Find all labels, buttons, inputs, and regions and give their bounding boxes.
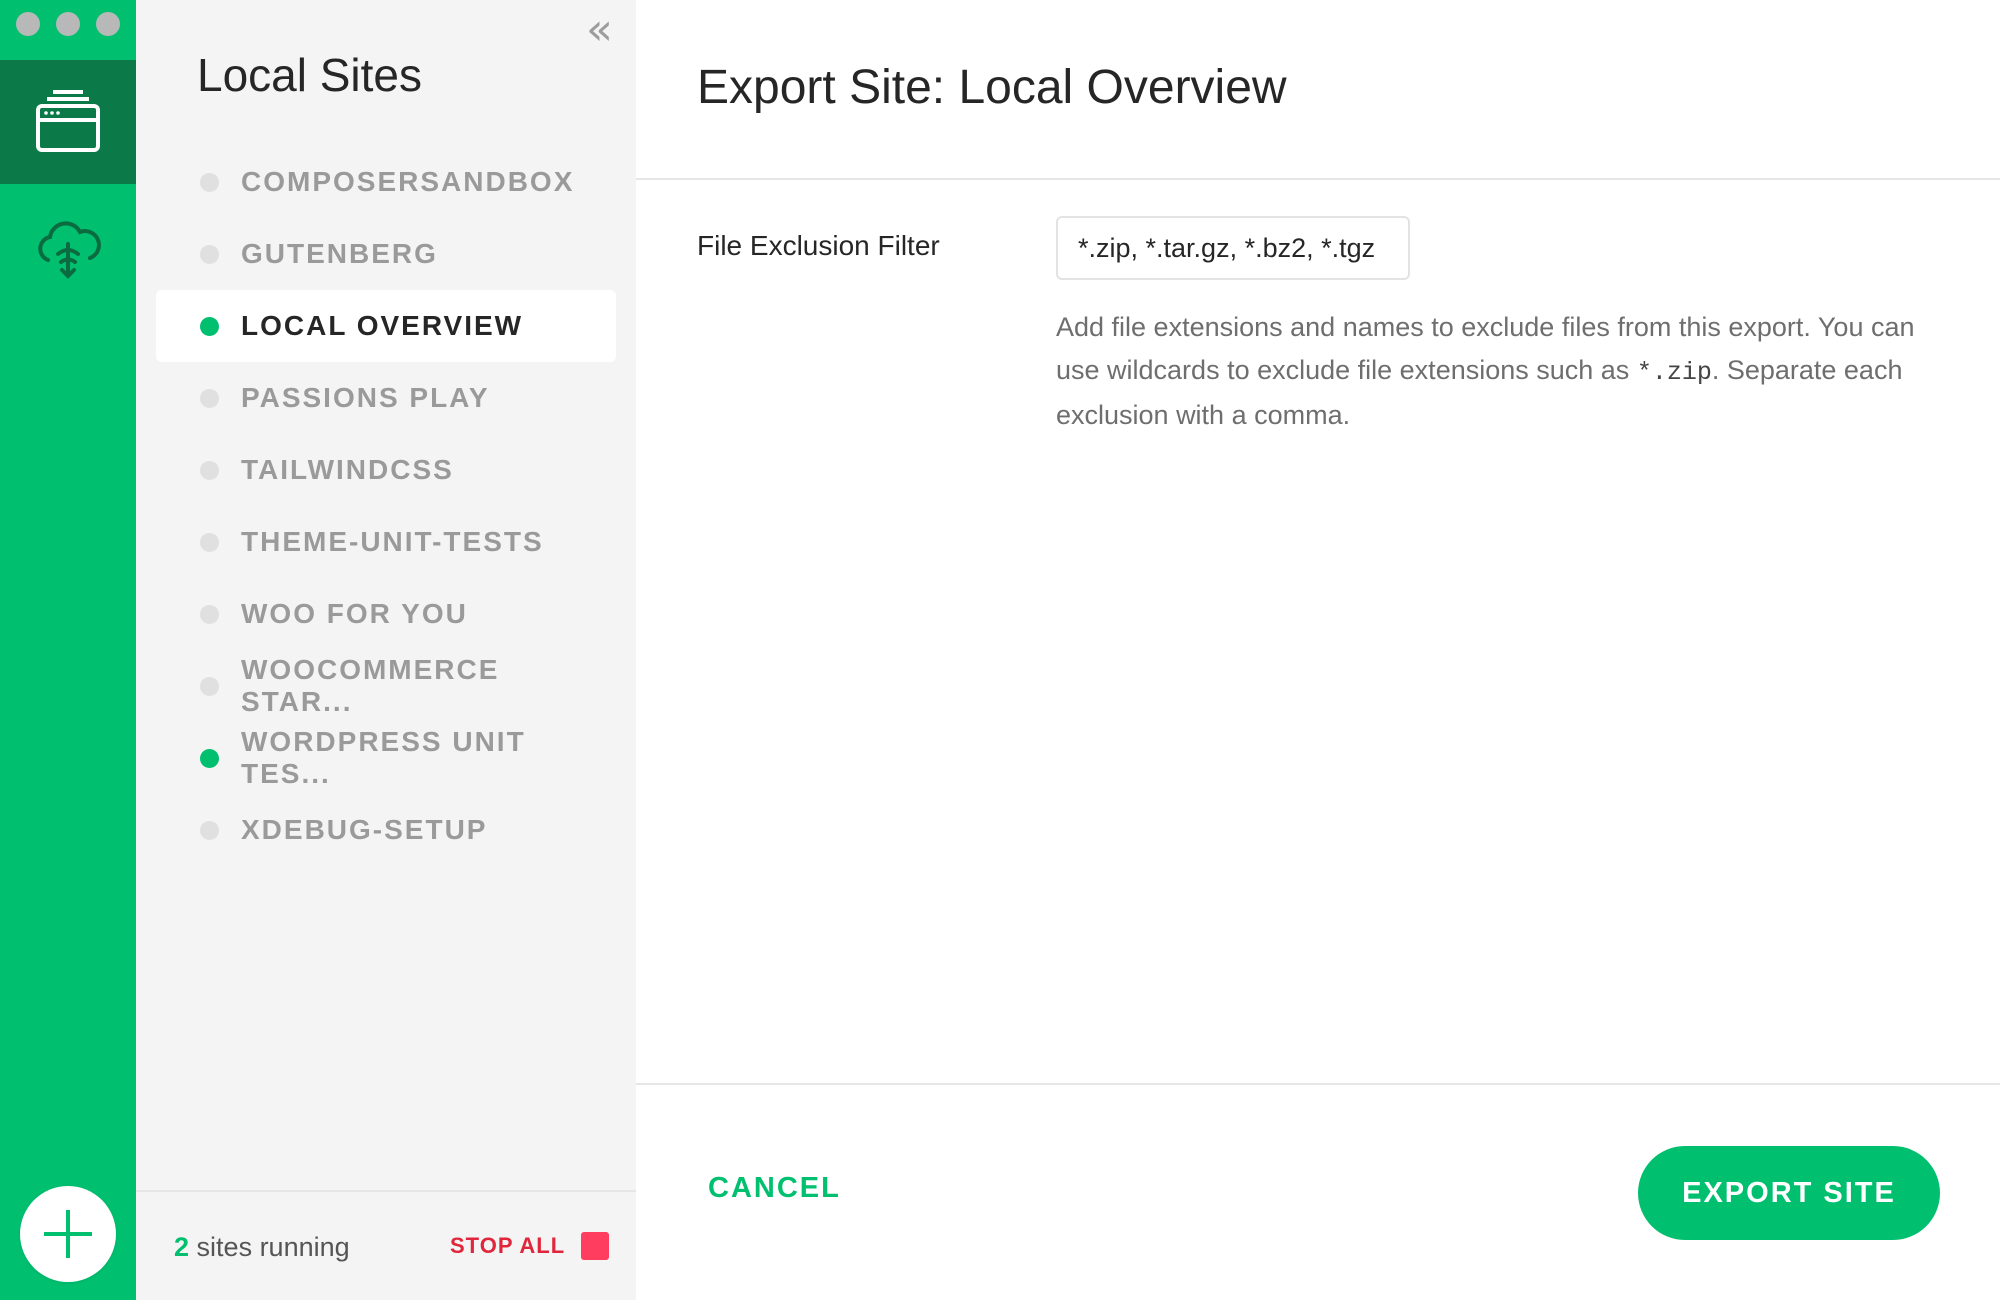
close-window-button[interactable] xyxy=(16,12,40,36)
sidebar-footer: 2 sites running STOP ALL xyxy=(136,1190,636,1300)
divider xyxy=(636,178,2000,180)
page-title: Export Site: Local Overview xyxy=(697,61,1287,114)
sites-sidebar: « Local Sites COMPOSERSANDBOX GUTENBERG LO… xyxy=(136,0,636,1300)
stopped-status-dot xyxy=(200,244,219,264)
window-controls xyxy=(16,12,120,36)
cloud-connect-icon xyxy=(38,221,101,279)
sidebar-item-site[interactable]: PASSIONS PLAY xyxy=(156,362,616,434)
stopped-status-dot xyxy=(200,820,219,840)
running-status-dot xyxy=(200,748,219,768)
rail-connect-button[interactable] xyxy=(0,205,136,295)
plus-icon xyxy=(44,1210,92,1258)
site-name: WOOCOMMERCE STAR... xyxy=(241,654,500,717)
file-exclusion-filter-label: File Exclusion Filter xyxy=(697,230,940,261)
app-rail xyxy=(0,0,136,1300)
browser-window-icon xyxy=(36,90,100,152)
help-code: *.zip xyxy=(1636,358,1712,387)
running-label: sites running xyxy=(196,1232,350,1262)
site-name: XDEBUG-SETUP xyxy=(241,814,488,845)
running-status-dot xyxy=(200,316,219,336)
site-name: LOCAL OVERVIEW xyxy=(241,310,524,341)
sidebar-item-site[interactable]: GUTENBERG xyxy=(156,218,616,290)
site-name: THEME-UNIT-TESTS xyxy=(241,526,544,557)
sidebar-item-site[interactable]: TAILWINDCSS xyxy=(156,434,616,506)
sites-running-status: 2 sites running xyxy=(174,1232,350,1263)
site-name: WORDPRESS UNIT TES... xyxy=(241,726,526,789)
site-list: COMPOSERSANDBOX GUTENBERG LOCAL OVERVIEW PA… xyxy=(156,146,616,866)
help-text: Add file extensions and names to exclude… xyxy=(1056,306,1936,437)
site-name: GUTENBERG xyxy=(241,238,438,269)
running-count: 2 xyxy=(174,1232,190,1262)
sidebar-item-site[interactable]: COMPOSERSANDBOX xyxy=(156,146,616,218)
sidebar-item-site[interactable]: WOOCOMMERCE STAR... xyxy=(156,650,616,722)
stopped-status-dot xyxy=(200,388,219,408)
stopped-status-dot xyxy=(200,460,219,480)
cancel-button[interactable]: CANCEL xyxy=(708,1172,841,1205)
stopped-status-dot xyxy=(200,604,219,624)
collapse-sidebar-icon[interactable]: « xyxy=(586,8,613,52)
sidebar-item-site[interactable]: XDEBUG-SETUP xyxy=(156,794,616,866)
site-name: TAILWINDCSS xyxy=(241,454,454,485)
file-exclusion-filter-input[interactable] xyxy=(1056,216,1410,280)
export-panel: Export Site: Local Overview File Exclusi… xyxy=(636,0,2000,1300)
stop-square-icon xyxy=(581,1232,610,1260)
export-site-button[interactable]: EXPORT SITE xyxy=(1638,1146,1940,1240)
stopped-status-dot xyxy=(200,532,219,552)
stopped-status-dot xyxy=(200,172,219,192)
minimize-window-button[interactable] xyxy=(56,12,80,36)
divider xyxy=(636,1083,2000,1085)
site-name: WOO FOR YOU xyxy=(241,598,468,629)
add-site-button[interactable] xyxy=(20,1186,116,1282)
site-name: COMPOSERSANDBOX xyxy=(241,166,575,197)
zoom-window-button[interactable] xyxy=(96,12,120,36)
site-name: PASSIONS PLAY xyxy=(241,382,490,413)
sidebar-item-site[interactable]: LOCAL OVERVIEW xyxy=(156,290,616,362)
sidebar-item-site[interactable]: THEME-UNIT-TESTS xyxy=(156,506,616,578)
sidebar-title: Local Sites xyxy=(197,49,423,101)
rail-local-sites-button[interactable] xyxy=(0,60,136,184)
sidebar-item-site[interactable]: WOO FOR YOU xyxy=(156,578,616,650)
sidebar-item-site[interactable]: WORDPRESS UNIT TES... xyxy=(156,722,616,794)
stop-all-label: STOP ALL xyxy=(450,1233,566,1258)
stopped-status-dot xyxy=(200,676,219,696)
stop-all-button[interactable]: STOP ALL xyxy=(450,1232,610,1260)
